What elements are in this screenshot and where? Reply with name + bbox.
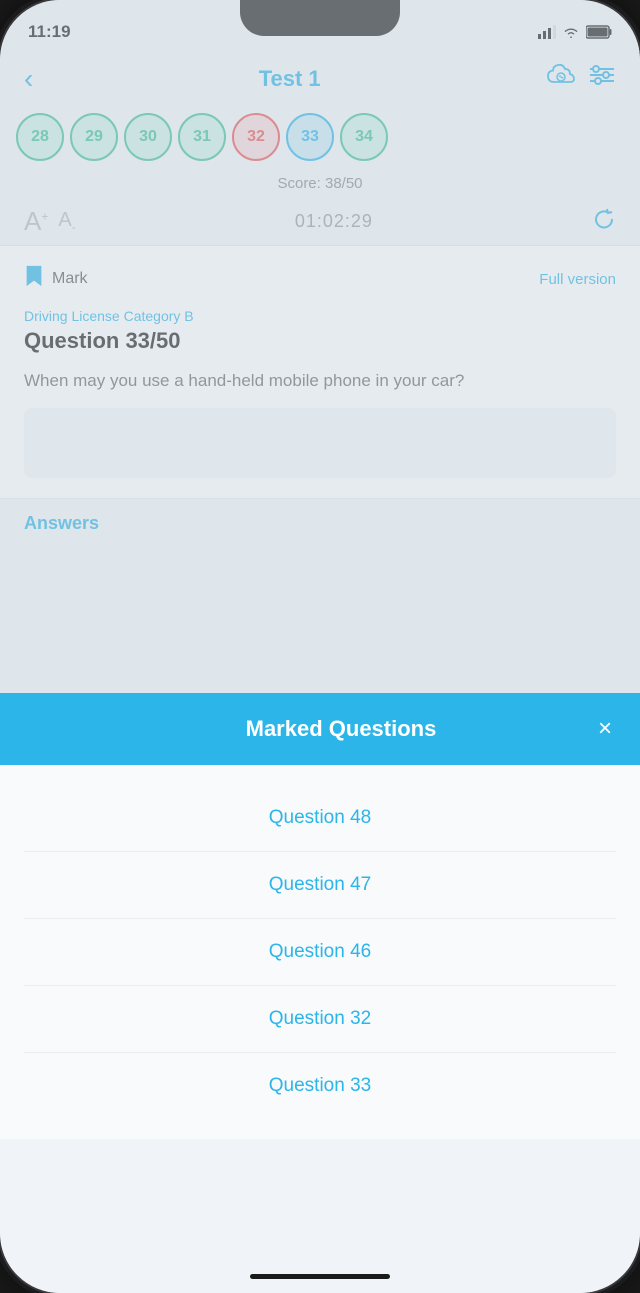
modal-close-button[interactable]: × — [598, 715, 612, 743]
marked-question-47[interactable]: Question 47 — [24, 852, 616, 919]
marked-question-32[interactable]: Question 32 — [24, 986, 616, 1053]
home-indicator — [250, 1274, 390, 1279]
modal-header: Marked Questions × — [0, 693, 640, 765]
modal-title: Marked Questions — [84, 716, 598, 742]
marked-questions-modal: Marked Questions × Question 48 Question … — [0, 693, 640, 1293]
phone-frame: 11:19 — [0, 0, 640, 1293]
marked-question-33[interactable]: Question 33 — [24, 1053, 616, 1119]
marked-question-48[interactable]: Question 48 — [24, 785, 616, 852]
modal-body: Question 48 Question 47 Question 46 Ques… — [0, 765, 640, 1139]
marked-question-46[interactable]: Question 46 — [24, 919, 616, 986]
phone-screen: 11:19 — [0, 0, 640, 1293]
